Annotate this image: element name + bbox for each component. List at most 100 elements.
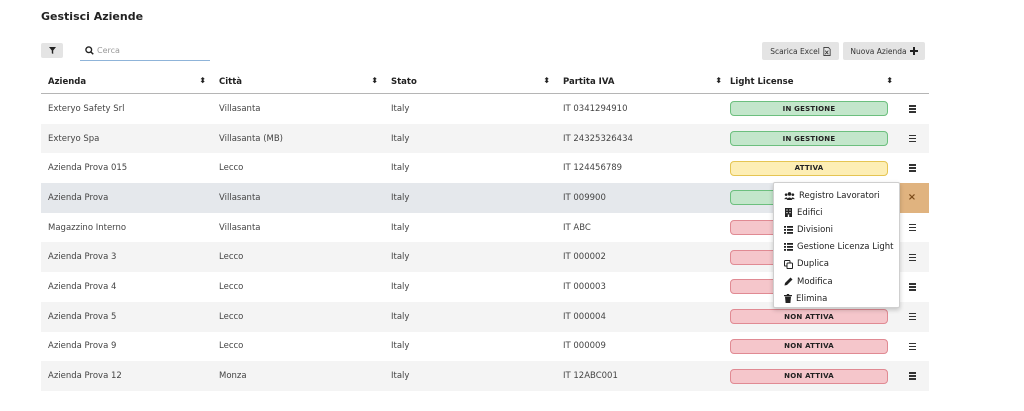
- column-header-stato[interactable]: Stato ⬍: [384, 75, 556, 87]
- download-excel-button[interactable]: Scarica Excel: [762, 42, 839, 60]
- cell-azienda: Exteryo Safety Srl: [48, 103, 125, 114]
- row-menu-icon[interactable]: [908, 164, 916, 172]
- cell-azienda: Azienda Prova 3: [48, 252, 117, 263]
- cell-stato: Italy: [391, 192, 410, 203]
- menu-item-modifica[interactable]: Modifica: [774, 273, 899, 290]
- cell-citta: Villasanta: [219, 222, 261, 233]
- license-status-badge: ATTIVA: [730, 160, 888, 176]
- sort-icon: ⬍: [371, 75, 378, 85]
- cell-citta: Villasanta (MB): [219, 133, 283, 144]
- download-excel-label: Scarica Excel: [770, 46, 820, 56]
- license-status-badge: NON ATTIVA: [730, 338, 888, 354]
- search-input[interactable]: [97, 45, 207, 55]
- page-title: Gestisci Aziende: [41, 10, 144, 23]
- cell-stato: Italy: [391, 341, 410, 352]
- cell-partita-iva: IT 000003: [563, 281, 606, 292]
- cell-citta: Monza: [219, 371, 247, 382]
- menu-item-edifici[interactable]: Edifici: [774, 204, 899, 221]
- column-header-partita-iva[interactable]: Partita IVA ⬍: [556, 75, 728, 87]
- table-row[interactable]: Azienda Prova 9 Lecco Italy IT 000009 NO…: [41, 332, 929, 362]
- cell-partita-iva: IT 000009: [563, 341, 606, 352]
- cell-azienda: Azienda Prova 4: [48, 281, 117, 292]
- cell-stato: Italy: [391, 371, 410, 382]
- cell-citta: Villasanta: [219, 192, 261, 203]
- trash-icon: [784, 294, 792, 304]
- license-status-badge: NON ATTIVA: [730, 368, 888, 384]
- row-context-menu: Registro Lavoratori Edifici Divisioni Ge…: [773, 182, 900, 308]
- cell-citta: Villasanta: [219, 103, 261, 114]
- sort-icon: ⬍: [199, 75, 206, 85]
- menu-item-gestione-licenza-light[interactable]: Gestione Licenza Light: [774, 239, 899, 256]
- cell-partita-iva: IT 24325326434: [563, 133, 633, 144]
- cell-azienda: Azienda Prova 12: [48, 371, 122, 382]
- row-menu-icon[interactable]: [908, 223, 916, 232]
- row-menu-icon[interactable]: [908, 312, 916, 321]
- plus-icon: [909, 47, 918, 55]
- column-header-citta[interactable]: Città ⬍: [212, 75, 384, 87]
- cell-citta: Lecco: [219, 341, 244, 352]
- cell-citta: Lecco: [219, 252, 244, 263]
- row-menu-icon[interactable]: [908, 283, 916, 291]
- license-status-badge: NON ATTIVA: [730, 309, 888, 325]
- cell-azienda: Azienda Prova 9: [48, 341, 117, 352]
- row-menu-icon[interactable]: [908, 253, 916, 262]
- list-icon: [784, 225, 793, 234]
- cell-partita-iva: IT ABC: [563, 222, 591, 233]
- menu-item-registro-lavoratori[interactable]: Registro Lavoratori: [774, 187, 899, 204]
- row-menu-icon[interactable]: [908, 105, 916, 113]
- copy-icon: [784, 259, 793, 269]
- cell-stato: Italy: [391, 103, 410, 114]
- building-icon: [785, 208, 792, 218]
- column-header-light-license[interactable]: Light License ⬍: [728, 75, 895, 87]
- row-menu-icon[interactable]: [908, 372, 916, 380]
- cell-azienda: Magazzino Interno: [48, 222, 127, 233]
- cell-partita-iva: IT 000004: [563, 311, 606, 322]
- cell-azienda: Azienda Prova: [48, 192, 109, 203]
- sort-icon: ⬍: [543, 75, 550, 85]
- license-status-badge: IN GESTIONE: [730, 131, 888, 147]
- license-status-badge: IN GESTIONE: [730, 101, 888, 117]
- new-company-button[interactable]: Nuova Azienda: [843, 42, 925, 60]
- row-menu-icon[interactable]: [908, 342, 916, 351]
- table-row[interactable]: Azienda Prova 015 Lecco Italy IT 1244567…: [41, 153, 929, 183]
- search-icon: [85, 45, 94, 55]
- file-excel-icon: [823, 46, 831, 56]
- cell-partita-iva: IT 0341294910: [563, 103, 628, 114]
- filter-icon: [48, 47, 56, 54]
- table-header: Azienda ⬍ Città ⬍ Stato ⬍ Partita IVA ⬍ Ligh…: [41, 70, 929, 94]
- cell-stato: Italy: [391, 163, 410, 174]
- list-icon: [784, 243, 793, 251]
- table-row[interactable]: Azienda Prova 12 Monza Italy IT 12ABC001…: [41, 361, 929, 391]
- table-row[interactable]: Exteryo Spa Villasanta (MB) Italy IT 243…: [41, 123, 929, 154]
- menu-item-duplica[interactable]: Duplica: [774, 256, 899, 273]
- search-box[interactable]: [80, 40, 210, 61]
- cell-stato: Italy: [391, 252, 410, 263]
- filter-button[interactable]: [41, 43, 63, 58]
- cell-citta: Lecco: [219, 311, 244, 322]
- cell-citta: Lecco: [219, 163, 244, 174]
- table-row[interactable]: Exteryo Safety Srl Villasanta Italy IT 0…: [41, 94, 929, 124]
- sort-icon: ⬍: [886, 75, 893, 85]
- cell-azienda: Exteryo Spa: [48, 133, 100, 144]
- cell-azienda: Azienda Prova 015: [48, 163, 128, 174]
- menu-item-elimina[interactable]: Elimina: [774, 290, 899, 307]
- new-company-label: Nuova Azienda: [850, 46, 907, 56]
- cell-stato: Italy: [391, 133, 410, 144]
- cell-partita-iva: IT 12ABC001: [563, 371, 618, 382]
- cell-citta: Lecco: [219, 281, 244, 292]
- column-header-azienda[interactable]: Azienda ⬍: [41, 75, 212, 87]
- close-menu-button[interactable]: ×: [895, 183, 929, 213]
- cell-stato: Italy: [391, 311, 410, 322]
- menu-item-divisioni[interactable]: Divisioni: [774, 221, 899, 238]
- sort-icon: ⬍: [715, 75, 722, 85]
- cell-azienda: Azienda Prova 5: [48, 311, 117, 322]
- pencil-icon: [784, 277, 793, 286]
- cell-stato: Italy: [391, 222, 410, 233]
- users-icon: [784, 191, 795, 200]
- cell-partita-iva: IT 000002: [563, 252, 606, 263]
- cell-partita-iva: IT 009900: [563, 192, 606, 203]
- cell-stato: Italy: [391, 281, 410, 292]
- cell-partita-iva: IT 124456789: [563, 163, 623, 174]
- close-icon: ×: [907, 192, 917, 204]
- row-menu-icon[interactable]: [908, 134, 916, 143]
